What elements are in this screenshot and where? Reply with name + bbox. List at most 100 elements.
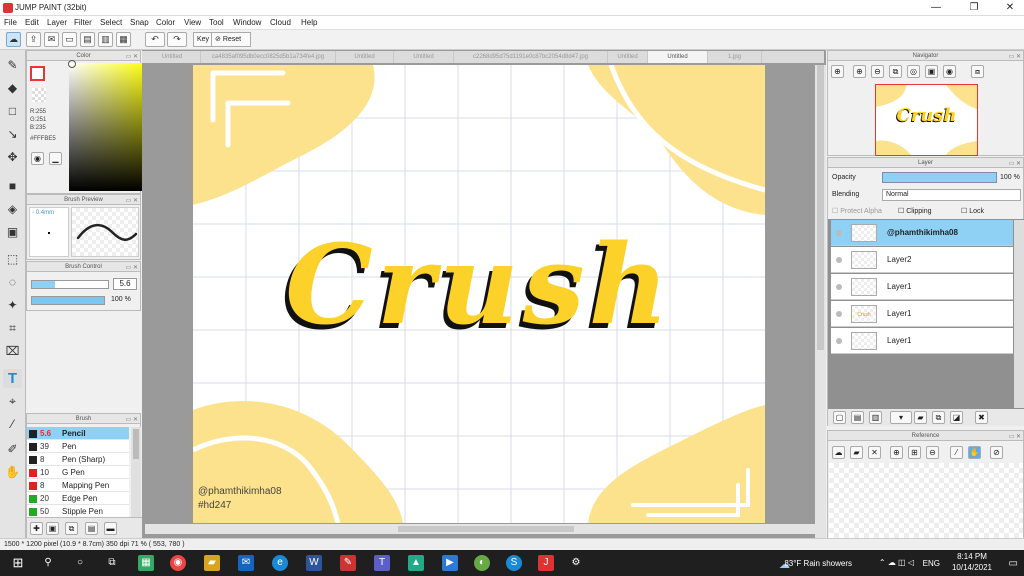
- panel-controls-icon[interactable]: ▭ ✕: [126, 415, 138, 425]
- search-icon[interactable]: ⚲: [40, 555, 56, 571]
- window-icon[interactable]: ▭: [62, 32, 77, 47]
- layer-visibility-icon[interactable]: [836, 257, 842, 263]
- messenger-icon[interactable]: ◐: [474, 555, 490, 571]
- photos-icon[interactable]: ▲: [408, 555, 424, 571]
- menu-color[interactable]: Color: [156, 18, 175, 27]
- brush-tool-icon[interactable]: ✎: [3, 56, 22, 75]
- settings-gear-icon[interactable]: ⚙: [568, 555, 584, 571]
- doc-tab[interactable]: ca4835af095db0ecc0825d5b1a734fe4.jpg: [201, 51, 336, 63]
- reference-image-area[interactable]: [829, 463, 1023, 539]
- menu-tool[interactable]: Tool: [209, 18, 224, 27]
- select-pen-tool-icon[interactable]: ⌗: [3, 319, 22, 338]
- minimize-button[interactable]: —: [924, 1, 948, 15]
- reset-button[interactable]: ⊘ Reset: [211, 32, 251, 47]
- panel-controls-icon[interactable]: ▭ ✕: [1009, 432, 1021, 442]
- foreground-color-swatch[interactable]: [30, 66, 45, 81]
- layer-visibility-icon[interactable]: [836, 230, 842, 236]
- reference-eyedropper-icon[interactable]: ⁄: [950, 446, 963, 459]
- mail-icon[interactable]: ✉: [238, 555, 254, 571]
- rotate-icon[interactable]: ▣: [925, 65, 938, 78]
- clipping-checkbox[interactable]: ☐ Clipping: [898, 207, 932, 215]
- doc-tab-active[interactable]: Untitled: [648, 51, 708, 63]
- move-tool-icon[interactable]: ✥: [3, 148, 22, 167]
- gradient-tool-icon[interactable]: ▣: [3, 223, 22, 242]
- doc-tab[interactable]: Untitled: [394, 51, 454, 63]
- background-color-swatch[interactable]: [32, 88, 46, 102]
- layer-visibility-icon[interactable]: [836, 311, 842, 317]
- magic-wand-tool-icon[interactable]: ✦: [3, 296, 22, 315]
- panel-controls-icon[interactable]: ▭ ✕: [1009, 52, 1021, 62]
- lasso-tool-icon[interactable]: ↘: [3, 125, 22, 144]
- clock-time[interactable]: 8:14 PM: [948, 552, 996, 561]
- brush-size-input[interactable]: 5.6: [113, 278, 137, 290]
- protect-alpha-checkbox[interactable]: ☐ Protect Alpha: [832, 207, 882, 215]
- start-icon[interactable]: ⊞: [10, 555, 26, 571]
- fit-window-icon[interactable]: ◎: [907, 65, 920, 78]
- menu-file[interactable]: File: [4, 18, 17, 27]
- new-layer-icon[interactable]: ▢: [833, 411, 846, 424]
- delete-layer-icon[interactable]: ✖: [975, 411, 988, 424]
- hscroll-thumb[interactable]: [398, 526, 574, 532]
- menu-edit[interactable]: Edit: [25, 18, 39, 27]
- brush-item[interactable]: 39 Pen: [27, 440, 129, 453]
- clock-date[interactable]: 10/14/2021: [948, 563, 996, 572]
- brush-opacity-slider[interactable]: [31, 296, 105, 305]
- reference-open-icon[interactable]: ▰: [850, 446, 863, 459]
- layer-visibility-icon[interactable]: [836, 284, 842, 290]
- reference-zoom-in-icon[interactable]: ⊕: [890, 446, 903, 459]
- text-tool-icon[interactable]: T: [3, 369, 22, 388]
- canvas-horizontal-scrollbar[interactable]: [145, 524, 815, 534]
- zoom-out-icon[interactable]: ⊕: [853, 65, 866, 78]
- brush-size-slider[interactable]: [31, 280, 109, 289]
- layer-row[interactable]: Layer1: [831, 328, 1013, 354]
- edge-icon[interactable]: e: [272, 555, 288, 571]
- new-vector-layer-icon[interactable]: ▥: [869, 411, 882, 424]
- select-lasso-tool-icon[interactable]: ◌: [3, 273, 22, 292]
- layer-type-dropdown-icon[interactable]: ▾: [890, 411, 912, 424]
- folder-brush-icon[interactable]: ▣: [46, 522, 59, 535]
- select-eraser-tool-icon[interactable]: ⌧: [3, 342, 22, 361]
- document-icon[interactable]: ▥: [98, 32, 113, 47]
- settings-brush-icon[interactable]: ▤: [85, 522, 98, 535]
- canvas-vertical-scrollbar[interactable]: [815, 65, 826, 540]
- panel-controls-icon[interactable]: ▭ ✕: [126, 52, 138, 62]
- layer-row[interactable]: Layer2: [831, 247, 1013, 273]
- menu-filter[interactable]: Filter: [74, 18, 92, 27]
- reference-hand-icon[interactable]: ✋: [968, 446, 981, 459]
- fill-rect-tool-icon[interactable]: ■: [3, 177, 22, 196]
- menu-cloud[interactable]: Cloud: [270, 18, 291, 27]
- layer-opacity-slider[interactable]: [882, 172, 997, 183]
- flip-icon[interactable]: ◉: [943, 65, 956, 78]
- new-raster-layer-icon[interactable]: ▤: [851, 411, 864, 424]
- layer-list-scrollbar[interactable]: [1014, 220, 1024, 408]
- redo-button[interactable]: ↷: [167, 32, 187, 47]
- delete-brush-icon[interactable]: ▬: [104, 522, 117, 535]
- close-button[interactable]: ✕: [998, 1, 1022, 15]
- merge-layer-icon[interactable]: ⧉: [932, 411, 945, 424]
- select-rect-tool-icon[interactable]: ⬚: [3, 250, 22, 269]
- layer-mask-icon[interactable]: ◪: [950, 411, 963, 424]
- cortana-icon[interactable]: ○: [72, 555, 88, 571]
- skype-icon[interactable]: S: [506, 555, 522, 571]
- layer-row[interactable]: @phamthikimha08: [831, 220, 1013, 246]
- zoom-icon[interactable]: ▶: [442, 555, 458, 571]
- hand-tool-icon[interactable]: ✋: [3, 463, 22, 482]
- brush-item[interactable]: 10 G Pen: [27, 466, 129, 479]
- app-icon-1[interactable]: ✎: [340, 555, 356, 571]
- doc-tab[interactable]: Untitled: [608, 51, 648, 63]
- cloud-icon[interactable]: ☁: [6, 32, 21, 47]
- notification-icon[interactable]: ▭: [1009, 558, 1018, 569]
- layer-row[interactable]: Layer1: [831, 274, 1013, 300]
- rect-select-tool-icon[interactable]: □: [3, 102, 22, 121]
- store-icon[interactable]: ▦: [138, 555, 154, 571]
- sv-cursor[interactable]: [68, 60, 76, 68]
- navigator-thumbnail[interactable]: Crush: [875, 84, 978, 156]
- color-mode-icon[interactable]: ▁: [49, 152, 62, 165]
- fit-icon[interactable]: ⊖: [871, 65, 884, 78]
- lock-checkbox[interactable]: ☐ Lock: [961, 207, 984, 215]
- zoom-in-icon[interactable]: ⊕: [831, 65, 844, 78]
- brush-item[interactable]: 8 Mapping Pen: [27, 479, 129, 492]
- reference-reset-icon[interactable]: ⊘: [990, 446, 1003, 459]
- brush-item[interactable]: 20 Edge Pen: [27, 492, 129, 505]
- vscroll-thumb[interactable]: [817, 65, 824, 350]
